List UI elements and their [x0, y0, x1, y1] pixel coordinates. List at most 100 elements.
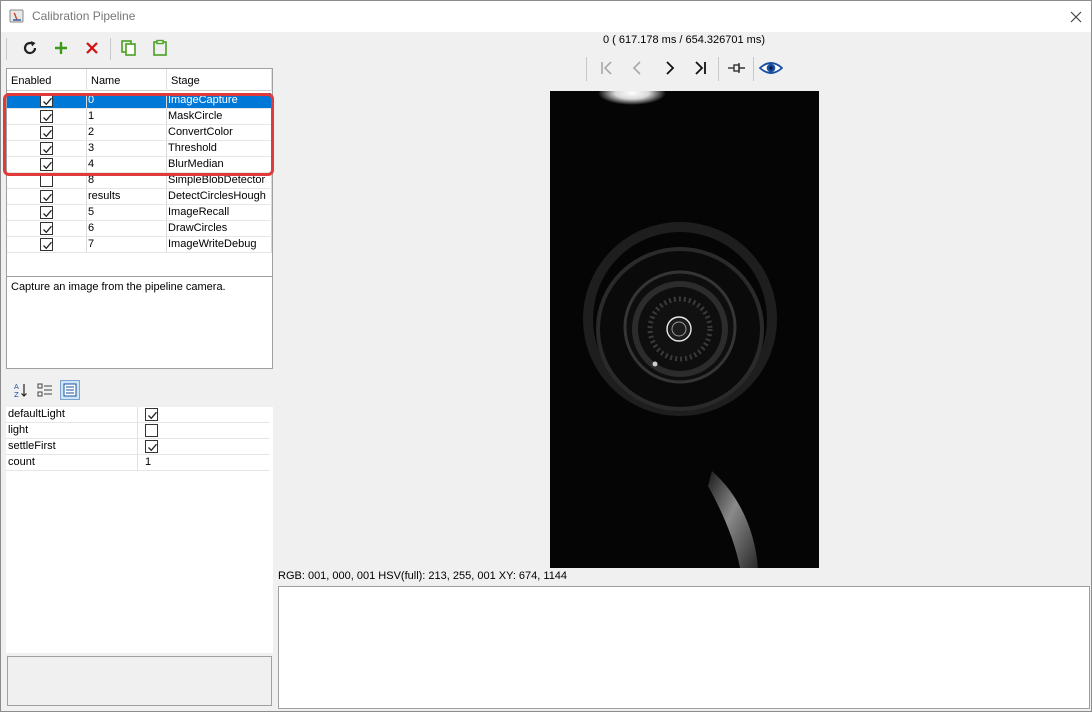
properties-grid: defaultLight light settleFirst count 1: [6, 407, 273, 653]
enabled-cell: [7, 221, 87, 236]
last-frame-icon: [695, 61, 706, 75]
left-panel: Enabled Name Stage 0 ImageCapture 1 MaskCir…: [4, 33, 273, 711]
enabled-checkbox[interactable]: [40, 126, 53, 139]
first-frame-button[interactable]: [594, 55, 620, 81]
enabled-cell: [7, 205, 87, 220]
stage-cell: MaskCircle: [167, 109, 272, 124]
camera-frame: [550, 91, 819, 568]
table-row[interactable]: 6 DrawCircles: [7, 221, 272, 237]
chevron-left-icon: [632, 61, 641, 75]
table-row[interactable]: 2 ConvertColor: [7, 125, 272, 141]
log-output[interactable]: [278, 586, 1090, 709]
camera-image[interactable]: [550, 91, 819, 568]
enabled-cell: [7, 173, 87, 188]
enabled-checkbox[interactable]: [40, 142, 53, 155]
stage-cell: BlurMedian: [167, 157, 272, 172]
property-name: defaultLight: [8, 407, 138, 422]
name-cell: 2: [87, 125, 167, 140]
enabled-checkbox[interactable]: [40, 206, 53, 219]
right-panel: 0 ( 617.178 ms / 654.326701 ms) RGB: 001…: [277, 33, 1091, 711]
property-pages-button[interactable]: [60, 380, 80, 400]
name-cell: 1: [87, 109, 167, 124]
stage-cell: ImageRecall: [167, 205, 272, 220]
refresh-button[interactable]: [19, 37, 41, 59]
enabled-checkbox[interactable]: [40, 222, 53, 235]
table-row[interactable]: 0 ImageCapture: [7, 93, 272, 109]
name-cell: 7: [87, 237, 167, 252]
property-name: count: [8, 455, 138, 470]
property-value[interactable]: 1: [141, 455, 151, 470]
property-help-panel: [7, 656, 272, 706]
pixel-status: RGB: 001, 000, 001 HSV(full): 213, 255, …: [278, 570, 568, 582]
checkbox[interactable]: [145, 424, 158, 437]
image-viewer[interactable]: [277, 91, 1091, 568]
enabled-cell: [7, 141, 87, 156]
app-window: Calibration Pipeline Enabled Name Stage …: [0, 0, 1092, 712]
table-row[interactable]: 7 ImageWriteDebug: [7, 237, 272, 253]
table-row[interactable]: 3 Threshold: [7, 141, 272, 157]
enabled-cell: [7, 157, 87, 172]
enabled-checkbox[interactable]: [40, 174, 53, 187]
enabled-checkbox[interactable]: [40, 94, 53, 107]
sort-alpha-button[interactable]: A Z: [11, 380, 31, 400]
property-row[interactable]: light: [6, 423, 270, 439]
copy-icon: [121, 40, 136, 56]
name-cell: 3: [87, 141, 167, 156]
categorized-button[interactable]: [35, 380, 55, 400]
table-row[interactable]: results DetectCirclesHough: [7, 189, 272, 205]
enabled-cell: [7, 125, 87, 140]
sort-alphabetical-icon: A Z: [14, 383, 27, 398]
delete-stage-button[interactable]: [81, 37, 103, 59]
property-row[interactable]: defaultLight: [6, 407, 270, 423]
column-header-stage[interactable]: Stage: [167, 69, 272, 91]
property-name: settleFirst: [8, 439, 138, 454]
delete-icon: [86, 42, 98, 54]
copy-button[interactable]: [118, 37, 140, 59]
title-bar: Calibration Pipeline: [1, 1, 1091, 32]
frame-time-label: 0 ( 617.178 ms / 654.326701 ms): [602, 34, 766, 46]
stage-cell: ImageWriteDebug: [167, 237, 272, 252]
column-header-name[interactable]: Name: [87, 69, 167, 91]
view-toggle-button[interactable]: [758, 55, 784, 81]
nav-separator-2: [753, 57, 754, 81]
enabled-checkbox[interactable]: [40, 110, 53, 123]
pin-icon: [728, 63, 745, 73]
paste-button[interactable]: [149, 37, 171, 59]
name-cell: results: [87, 189, 167, 204]
add-stage-button[interactable]: [50, 37, 72, 59]
nav-grip: [586, 57, 587, 81]
enabled-checkbox[interactable]: [40, 238, 53, 251]
enabled-checkbox[interactable]: [40, 158, 53, 171]
last-frame-button[interactable]: [687, 55, 713, 81]
table-row[interactable]: 1 MaskCircle: [7, 109, 272, 125]
next-frame-button[interactable]: [656, 55, 682, 81]
table-row[interactable]: 5 ImageRecall: [7, 205, 272, 221]
table-row[interactable]: 8 SimpleBlobDetector: [7, 173, 272, 189]
pipeline-toolbar: [4, 33, 273, 65]
enabled-cell: [7, 109, 87, 124]
checkbox[interactable]: [145, 440, 158, 453]
close-icon[interactable]: [1062, 4, 1090, 30]
previous-frame-button[interactable]: [625, 55, 651, 81]
checkbox[interactable]: [145, 408, 158, 421]
first-frame-icon: [601, 61, 612, 75]
enabled-checkbox[interactable]: [40, 190, 53, 203]
nav-separator: [718, 57, 719, 81]
toolbar-grip: [6, 38, 7, 60]
enabled-cell: [7, 93, 87, 108]
table-header: Enabled Name Stage: [7, 69, 272, 91]
stage-cell: ImageCapture: [167, 93, 272, 108]
stage-cell: Threshold: [167, 141, 272, 156]
stage-cell: DetectCirclesHough: [167, 189, 272, 204]
table-row[interactable]: 4 BlurMedian: [7, 157, 272, 173]
svg-text:A: A: [14, 383, 19, 391]
toolbar-separator: [110, 38, 111, 60]
column-header-enabled[interactable]: Enabled: [7, 69, 87, 91]
name-cell: 5: [87, 205, 167, 220]
pin-button[interactable]: [724, 55, 750, 81]
property-row[interactable]: count 1: [6, 455, 270, 471]
categorized-icon: [37, 383, 52, 397]
property-row[interactable]: settleFirst: [6, 439, 270, 455]
enabled-cell: [7, 189, 87, 204]
property-pages-icon: [63, 383, 77, 397]
